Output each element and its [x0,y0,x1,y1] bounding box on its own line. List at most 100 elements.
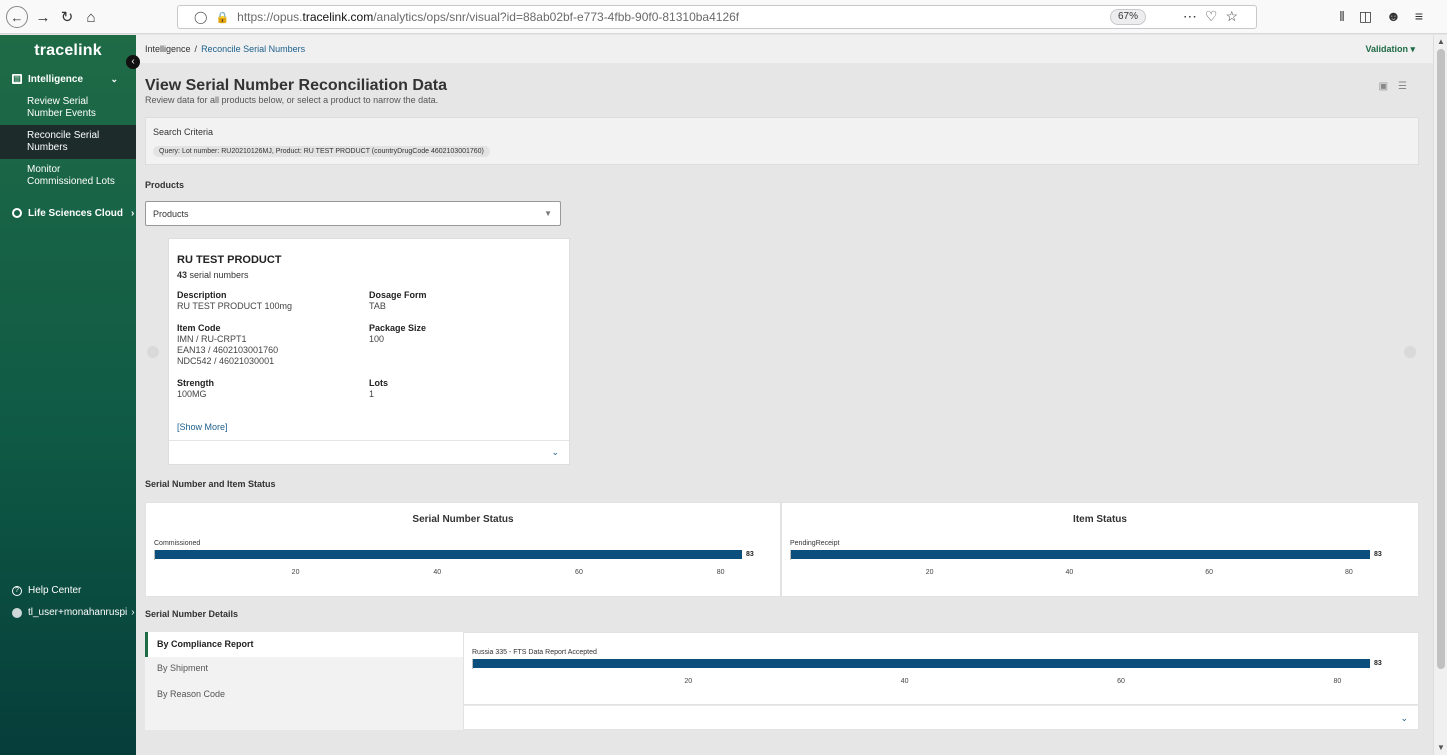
app-sidebar: tracelink ‹ ▤ Intelligence ⌄ Review Seri… [0,35,140,755]
chevron-right-icon: › [131,607,135,618]
help-center-link[interactable]: ? Help Center [12,585,81,596]
chevron-down-icon: ⌄ [110,73,118,84]
browser-toolbar: ← → ↻ ⌂ ◯ 🔒 https://opus.tracelink.com/a… [0,0,1447,34]
axis-tick-label: 80 [716,569,725,576]
sidebar-section-life-sciences-cloud[interactable]: Life Sciences Cloud › [0,201,136,225]
axis-tick-label: 20 [291,569,300,576]
tab-by-reason-code[interactable]: By Reason Code [145,682,463,707]
serial-number-status-chart: Serial Number Status Commissioned 83 20 40 6… [145,502,781,597]
bookmark-star-icon[interactable]: ☆ [1225,8,1246,24]
breadcrumb-separator: / [194,44,198,54]
breadcrumb-root[interactable]: Intelligence [145,44,191,54]
sidebar-section-intelligence[interactable]: ▤ Intelligence ⌄ [0,67,136,91]
field-value: EAN13 / 4602103001760 [177,345,279,355]
serial-count-text: serial numbers [187,270,249,280]
field-lots: Lots 1 [369,378,388,400]
shield-icon[interactable]: ◯ [194,10,207,24]
sidebar-item-review-serial-number-events[interactable]: Review Serial Number Events [0,91,136,125]
sidebar-section-label: Intelligence [28,73,84,85]
page-scrollbar[interactable]: ▲ ▼ [1433,35,1447,755]
expand-chevron-icon[interactable]: ⌄ [551,447,559,458]
axis-baseline [790,550,791,560]
home-icon[interactable]: ⌂ [80,6,102,28]
search-criteria-panel: Search Criteria Query: Lot number: RU202… [145,117,1419,165]
page-title: View Serial Number Reconciliation Data [145,77,448,94]
expand-chevron-icon[interactable]: ⌄ [1400,713,1408,724]
sidebar-item-monitor-commissioned-lots[interactable]: Monitor Commissioned Lots [0,159,136,193]
axis-tick-label: 60 [1117,678,1125,685]
tab-by-compliance-report[interactable]: By Compliance Report [145,632,463,657]
scrollbar-thumb[interactable] [1437,49,1445,669]
axis-tick-label: 80 [1345,569,1353,576]
field-label: Item Code [177,323,221,333]
lock-icon[interactable]: 🔒 [215,11,229,24]
breadcrumb-current[interactable]: Reconcile Serial Numbers [201,44,305,54]
show-more-link[interactable]: [Show More] [177,422,228,432]
main-content: Intelligence / Reconcile Serial Numbers Va… [136,35,1433,755]
axis-tick-label: 80 [1333,678,1342,685]
scroll-down-icon[interactable]: ▼ [1437,743,1445,752]
tab-by-shipment[interactable]: By Shipment [145,656,463,681]
axis-tick-label: 60 [575,569,583,576]
carousel-next-button[interactable] [1404,346,1416,358]
serial-count-number: 43 [177,270,188,280]
zoom-indicator[interactable]: 67% [1109,9,1146,25]
address-bar[interactable]: ◯ 🔒 https://opus.tracelink.com/analytics… [177,5,1257,29]
hamburger-menu-icon[interactable]: ≡ [1415,8,1437,24]
serial-count: 43 serial numbers [177,270,249,280]
sidebar-section-label: Life Sciences Cloud [28,207,124,219]
user-menu[interactable]: tl_user+monahanruspi › [12,607,135,618]
library-icon[interactable]: ‖ [1339,8,1359,24]
back-arrow-icon[interactable]: ← [6,6,28,28]
reload-icon[interactable]: ↻ [56,6,78,28]
environment-dropdown[interactable]: Validation ▾ [1365,44,1415,55]
grid-view-icon[interactable]: ▣ [1379,81,1398,92]
account-icon[interactable]: ☻ [1386,8,1415,24]
field-item-code: Item Code IMN / RU-CRPT1 EAN13 / 4602103… [177,323,278,367]
field-label: Dosage Form [369,290,427,300]
bar-value-label: 83 [1374,660,1382,667]
field-value: 100MG [177,389,207,399]
more-icon[interactable]: ⋯ [1183,8,1205,24]
bar [154,550,742,559]
sidebar-toggle-icon[interactable]: ◫ [1359,8,1386,24]
user-label: tl_user+monahanruspi [28,607,128,618]
collapse-sidebar-icon[interactable]: ‹ [126,55,140,69]
field-label: Description [177,290,227,300]
sidebar-item-reconcile-serial-numbers[interactable]: Reconcile Serial Numbers [0,125,136,159]
help-center-label: Help Center [28,585,82,596]
page-actions[interactable]: ⋯♡☆ [1183,8,1246,25]
bar [790,550,1370,559]
axis-tick-label: 40 [1065,569,1074,576]
products-heading: Products [145,180,185,190]
products-select[interactable]: Products ▼ [145,201,561,226]
bar-value-label: 83 [746,551,754,558]
query-chip: Query: Lot number: RU20210126MJ, Product… [153,146,490,157]
field-description: Description RU TEST PRODUCT 100mg [177,290,292,312]
field-strength: Strength 100MG [177,378,214,400]
axis-baseline [472,659,473,669]
details-heading: Serial Number Details [145,609,239,619]
forward-arrow-icon[interactable]: → [32,6,54,28]
list-view-icon[interactable]: ☰ [1398,81,1417,92]
field-value: 100 [369,334,385,344]
carousel-prev-button[interactable] [147,346,159,358]
cloud-circle-icon [12,208,22,218]
details-footer: ⌄ [463,705,1419,730]
axis-tick-label: 40 [433,569,442,576]
compliance-report-chart: Russia 335 - FTS Data Report Accepted 83 2… [463,632,1419,705]
field-label: Strength [177,378,214,388]
url-text[interactable]: https://opus.tracelink.com/analytics/ops… [237,10,739,24]
view-toggle: ▣☰ [1379,81,1417,92]
pocket-icon[interactable]: ♡ [1205,8,1226,24]
scroll-up-icon[interactable]: ▲ [1437,37,1445,46]
caret-down-icon: ▼ [544,209,552,218]
item-status-chart: Item Status PendingReceipt 83 20 40 60 80 [781,502,1419,597]
field-label: Package Size [369,323,427,333]
avatar [12,607,22,618]
chevron-down-icon: ▾ [1410,44,1415,54]
product-name: RU TEST PRODUCT [177,254,282,266]
axis-tick-label: 20 [925,569,934,576]
bar-category-label: Russia 335 - FTS Data Report Accepted [472,649,597,656]
axis-baseline [154,550,155,560]
